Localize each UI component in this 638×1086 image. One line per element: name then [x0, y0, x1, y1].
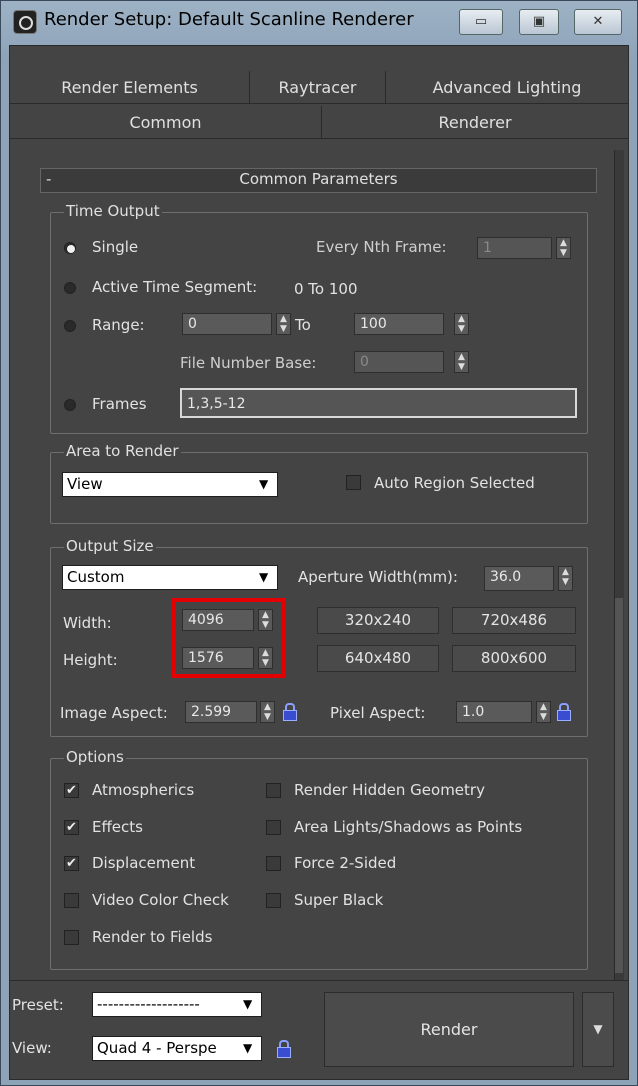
pixel-aspect-spinner[interactable]: ▲ ▼: [536, 701, 551, 723]
scrollbar-thumb[interactable]: [615, 598, 623, 973]
time-output-label: Time Output: [64, 202, 162, 220]
video-color-check-label: Video Color Check: [92, 891, 229, 909]
range-to-label: To: [295, 316, 311, 334]
render-hidden-geometry-checkbox[interactable]: [266, 783, 281, 798]
width-label: Width:: [63, 614, 112, 632]
area-to-render-dropdown[interactable]: View ▼: [62, 472, 278, 497]
range-from-spinner[interactable]: ▲ ▼: [276, 313, 291, 335]
tab-render-elements[interactable]: Render Elements: [10, 71, 250, 104]
render-to-fields-label: Render to Fields: [92, 928, 213, 946]
frames-field[interactable]: 1,3,5-12: [180, 388, 577, 418]
single-radio[interactable]: [64, 242, 76, 254]
every-nth-frame-label: Every Nth Frame:: [316, 238, 447, 256]
area-lights-shadows-checkbox[interactable]: [266, 820, 281, 835]
image-aspect-field[interactable]: 2.599: [185, 701, 257, 723]
active-time-segment-radio[interactable]: [64, 282, 76, 294]
preset-640x480-button[interactable]: 640x480: [317, 645, 439, 672]
height-label: Height:: [63, 651, 118, 669]
minimize-button[interactable]: ▭: [459, 9, 503, 35]
frames-radio[interactable]: [64, 399, 76, 411]
super-black-label: Super Black: [294, 891, 384, 909]
range-from-field[interactable]: 0: [182, 313, 272, 335]
title-bar[interactable]: Render Setup: Default Scanline Renderer …: [0, 0, 638, 45]
area-lights-shadows-label: Area Lights/Shadows as Points: [294, 818, 523, 836]
range-label: Range:: [92, 316, 145, 334]
area-to-render-value: View: [67, 475, 103, 493]
file-number-base-label: File Number Base:: [180, 354, 317, 372]
view-lock-icon[interactable]: [276, 1040, 291, 1058]
force-2-sided-checkbox[interactable]: [266, 856, 281, 871]
output-size-label: Output Size: [64, 537, 156, 555]
tab-common[interactable]: Common: [10, 106, 322, 139]
preset-dropdown[interactable]: ------------------- ▼: [92, 992, 262, 1017]
file-number-base-field[interactable]: 0: [354, 351, 444, 373]
preset-label: Preset:: [12, 996, 64, 1014]
view-value: Quad 4 - Perspe: [97, 1039, 217, 1057]
video-color-check-checkbox[interactable]: [64, 893, 79, 908]
active-time-segment-label: Active Time Segment:: [92, 278, 258, 296]
preset-720x486-button[interactable]: 720x486: [452, 607, 576, 634]
every-nth-frame-field[interactable]: 1: [477, 237, 552, 259]
range-to-spinner[interactable]: ▲ ▼: [454, 313, 469, 335]
output-size-preset-value: Custom: [67, 568, 125, 586]
pixel-aspect-field[interactable]: 1.0: [456, 701, 532, 723]
aperture-width-spinner[interactable]: ▲ ▼: [558, 566, 573, 591]
preset-800x600-button[interactable]: 800x600: [452, 645, 576, 672]
image-aspect-label: Image Aspect:: [60, 704, 168, 722]
chevron-down-icon: ▼: [243, 1041, 253, 1055]
preset-value: -------------------: [97, 995, 200, 1013]
area-to-render-label: Area to Render: [64, 442, 181, 460]
chevron-down-icon: ▼: [243, 997, 253, 1011]
tab-advanced-lighting[interactable]: Advanced Lighting: [386, 71, 628, 104]
render-button[interactable]: Render: [324, 992, 574, 1067]
window-title: Render Setup: Default Scanline Renderer: [44, 9, 414, 30]
tab-renderer[interactable]: Renderer: [322, 106, 628, 139]
image-aspect-lock-icon[interactable]: [282, 703, 297, 721]
auto-region-label: Auto Region Selected: [374, 474, 535, 492]
chevron-down-icon: ▼: [593, 1022, 603, 1036]
options-label: Options: [64, 748, 126, 766]
output-size-preset-dropdown[interactable]: Custom ▼: [62, 565, 278, 590]
aperture-width-label: Aperture Width(mm):: [298, 568, 458, 586]
super-black-checkbox[interactable]: [266, 893, 281, 908]
app-icon: [13, 10, 37, 34]
render-hidden-geometry-label: Render Hidden Geometry: [294, 781, 485, 799]
every-nth-frame-spinner[interactable]: ▲ ▼: [556, 237, 571, 259]
view-dropdown[interactable]: Quad 4 - Perspe ▼: [92, 1036, 262, 1061]
auto-region-checkbox[interactable]: [346, 475, 361, 490]
chevron-down-icon: ▼: [259, 570, 269, 584]
range-to-field[interactable]: 100: [354, 313, 444, 335]
render-options-dropdown[interactable]: ▼: [582, 992, 614, 1067]
maximize-button[interactable]: ▣: [519, 9, 559, 35]
image-aspect-spinner[interactable]: ▲ ▼: [260, 701, 275, 723]
close-button[interactable]: ✕: [574, 9, 622, 35]
displacement-label: Displacement: [92, 854, 196, 872]
render-to-fields-checkbox[interactable]: [64, 930, 79, 945]
frames-label: Frames: [92, 395, 147, 413]
view-label: View:: [12, 1039, 52, 1057]
atmospherics-label: Atmospherics: [92, 781, 195, 799]
preset-320x240-button[interactable]: 320x240: [317, 607, 439, 634]
range-radio[interactable]: [64, 320, 76, 332]
effects-checkbox[interactable]: ✔: [64, 820, 79, 835]
effects-label: Effects: [92, 818, 143, 836]
aperture-width-field[interactable]: 36.0: [484, 566, 554, 591]
rollout-title[interactable]: Common Parameters: [0, 170, 637, 188]
file-number-base-spinner[interactable]: ▲ ▼: [454, 351, 469, 373]
active-time-segment-value: 0 To 100: [294, 280, 358, 298]
force-2-sided-label: Force 2-Sided: [294, 854, 397, 872]
pixel-aspect-lock-icon[interactable]: [556, 703, 571, 721]
tab-raytracer[interactable]: Raytracer: [250, 71, 386, 104]
annotation-highlight-box: [172, 598, 286, 678]
atmospherics-checkbox[interactable]: ✔: [64, 783, 79, 798]
single-label: Single: [92, 238, 139, 256]
chevron-down-icon: ▼: [259, 477, 269, 491]
pixel-aspect-label: Pixel Aspect:: [330, 704, 426, 722]
displacement-checkbox[interactable]: ✔: [64, 856, 79, 871]
